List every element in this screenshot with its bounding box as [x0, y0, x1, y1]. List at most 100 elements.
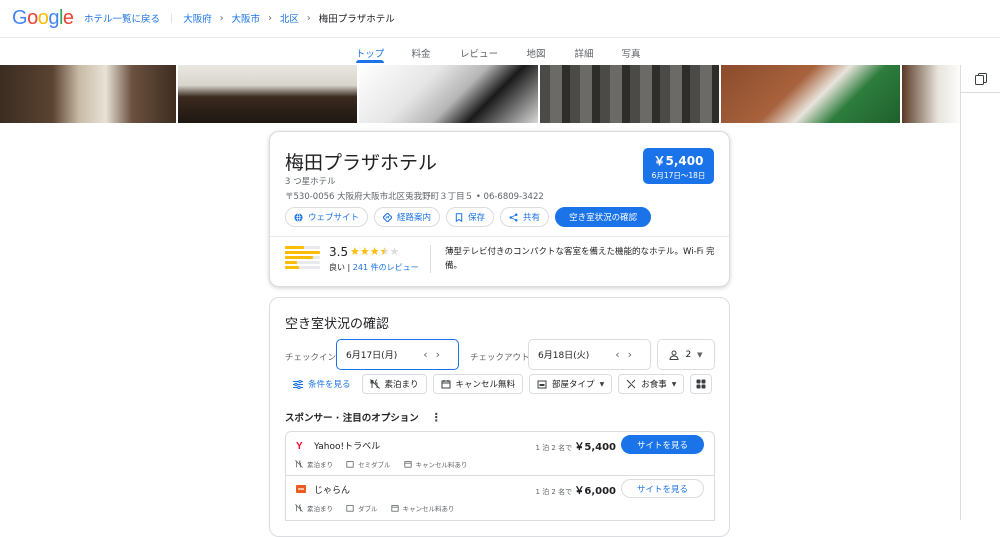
website-label: ウェブサイト: [308, 213, 360, 223]
website-button[interactable]: ウェブサイト: [285, 207, 369, 227]
checkin-label: チェックイン: [285, 353, 337, 363]
compare-button[interactable]: [961, 65, 1000, 93]
photo-sink[interactable]: [178, 65, 357, 123]
filter-free-cancel-label: キャンセル無料: [455, 380, 516, 390]
back-to-hotel-list-link[interactable]: ホテル一覧に戻る: [84, 11, 160, 25]
filter-free-cancel[interactable]: キャンセル無料: [432, 374, 524, 394]
price-value: ￥5,400: [653, 154, 704, 168]
breadcrumb-current-hotel: 梅田プラザホテル: [318, 14, 395, 25]
offer-feature-cancel: キャンセル料あり: [390, 503, 455, 513]
guests-selector[interactable]: 2 ▼: [657, 339, 715, 370]
breadcrumb-osaka-pref[interactable]: 大阪府: [183, 11, 212, 25]
top-bar: Google ホテル一覧に戻る | 大阪府 › 大阪市 › 北区 › 梅田プラザ…: [0, 0, 1000, 38]
rating-bar-2: [285, 261, 320, 264]
share-icon: [509, 213, 518, 221]
sponsored-heading: スポンサー · 注目のオプション ⋮: [285, 410, 442, 425]
tab-top[interactable]: トップ: [356, 46, 385, 60]
offer-provider: Yahoo!トラベル: [314, 442, 381, 452]
calendar-icon: [403, 461, 412, 468]
offer-provider: じゃらん: [314, 486, 351, 496]
tab-map[interactable]: 地図: [526, 46, 545, 60]
card-divider: [270, 236, 729, 237]
calendar-icon: [441, 380, 451, 389]
price-button[interactable]: ￥5,400 6月17日〜18日: [643, 148, 714, 184]
offer-row[interactable]: Y Yahoo!トラベル 素泊まり セミダブル キャンセル料あり 1 泊 2 名…: [285, 431, 715, 476]
more-filters-button[interactable]: [690, 374, 713, 394]
photo-strip: [0, 65, 960, 123]
tab-photos[interactable]: 写真: [621, 46, 640, 60]
offer-price-prefix: 1 泊 2 名で: [535, 488, 573, 496]
check-availability-button[interactable]: 空き室状況の確認: [555, 207, 652, 227]
filter-meals-label: お食事: [641, 380, 667, 390]
photo-corridor[interactable]: [540, 65, 719, 123]
availability-title: 空き室状況の確認: [285, 317, 390, 332]
date-arrows: ‹›: [423, 348, 448, 361]
chevron-right-icon[interactable]: ›: [628, 348, 640, 361]
tab-prices[interactable]: 料金: [411, 46, 430, 60]
directions-icon: [383, 212, 393, 222]
save-label: 保存: [468, 213, 486, 223]
rating-bar-5: [285, 246, 320, 249]
chevron-right-icon: ›: [306, 12, 311, 24]
breadcrumb-kita-ward[interactable]: 北区: [280, 11, 299, 25]
tab-reviews[interactable]: レビュー: [460, 46, 498, 60]
chevron-right-icon: ›: [219, 12, 224, 24]
rating-bar-4: [285, 251, 320, 254]
filter-room-only[interactable]: 素泊まり: [361, 374, 427, 394]
filter-room-type-label: 部屋タイプ: [552, 380, 595, 390]
hotel-description: 薄型テレビ付きのコンパクトな客室を備えた機能的なホテル。Wi-Fi 完備。: [445, 247, 715, 271]
photo-room-bed[interactable]: [0, 65, 176, 123]
breadcrumb-divider: |: [170, 12, 174, 24]
no-meals-icon: [295, 504, 303, 512]
rating-bar-3: [285, 256, 320, 259]
view-site-button[interactable]: サイトを見る: [621, 435, 704, 454]
bookmark-icon: [455, 212, 463, 222]
filter-room-only-label: 素泊まり: [384, 380, 419, 390]
side-panel: [960, 65, 1000, 520]
hotel-summary-card: 梅田プラザホテル 3 つ星ホテル 〒530-0056 大阪府大阪市北区兎我野町３…: [269, 131, 730, 287]
hotel-class: 3 つ星ホテル: [285, 177, 336, 187]
jalan-logo-icon: [296, 485, 306, 493]
action-chips: ウェブサイト 経路案内 保存 共有 空き室状況の確認: [285, 207, 652, 227]
guests-count: 2: [685, 349, 692, 360]
tune-icon: [293, 379, 303, 389]
filter-meals[interactable]: お食事 ▼: [618, 374, 685, 394]
filter-conditions-label: 条件を見る: [308, 380, 351, 390]
grid-icon: [696, 379, 706, 389]
offer-feature-bed-label: ダブル: [358, 505, 378, 513]
rating-bar-1: [285, 266, 320, 269]
save-button[interactable]: 保存: [446, 207, 495, 227]
share-button[interactable]: 共有: [500, 207, 550, 227]
photo-desk[interactable]: [902, 65, 960, 123]
chevron-right-icon: ›: [268, 12, 272, 24]
more-vert-icon[interactable]: ⋮: [431, 411, 442, 424]
chevron-left-icon[interactable]: ‹: [423, 348, 435, 361]
photo-bath-amenities[interactable]: [359, 65, 538, 123]
breadcrumb: ホテル一覧に戻る | 大阪府 › 大阪市 › 北区 › 梅田プラザホテル: [84, 11, 395, 26]
google-logo[interactable]: Google: [12, 7, 74, 30]
no-meals-icon: [369, 379, 380, 389]
directions-label: 経路案内: [397, 213, 432, 223]
checkin-date-field[interactable]: 6月17日(月) ‹›: [336, 339, 459, 370]
bed-icon: [346, 505, 354, 512]
filter-room-type[interactable]: 部屋タイプ ▼: [529, 374, 613, 394]
bed-icon: [537, 380, 547, 389]
offer-feature-meal-label: 素泊まり: [307, 505, 333, 513]
offer-feature-bed-label: セミダブル: [358, 461, 391, 469]
date-arrows: ‹›: [615, 348, 640, 361]
chevron-left-icon[interactable]: ‹: [615, 348, 627, 361]
reviews-link[interactable]: 241 件のレビュー: [353, 263, 419, 272]
filter-bar: 条件を見る 素泊まり キャンセル無料 部屋タイプ ▼ お食事 ▼: [285, 374, 713, 394]
photo-amenity-kit[interactable]: [721, 65, 900, 123]
filter-conditions-button[interactable]: 条件を見る: [285, 374, 356, 394]
directions-button[interactable]: 経路案内: [374, 207, 441, 227]
offer-row[interactable]: じゃらん 素泊まり ダブル キャンセル料あり 1 泊 2 名で ￥6,000 サ…: [285, 476, 715, 521]
offer-feature-cancel-label: キャンセル料あり: [402, 505, 455, 513]
chevron-right-icon[interactable]: ›: [436, 348, 448, 361]
view-site-button[interactable]: サイトを見る: [621, 479, 704, 498]
breadcrumb-osaka-city[interactable]: 大阪市: [232, 11, 261, 25]
offer-feature-bed: ダブル: [346, 503, 378, 513]
checkout-date-field[interactable]: 6月18日(火) ‹›: [528, 339, 651, 370]
hotel-tabs: トップ 料金 レビュー 地図 詳細 写真: [0, 38, 1000, 64]
tab-details[interactable]: 詳細: [574, 46, 593, 60]
